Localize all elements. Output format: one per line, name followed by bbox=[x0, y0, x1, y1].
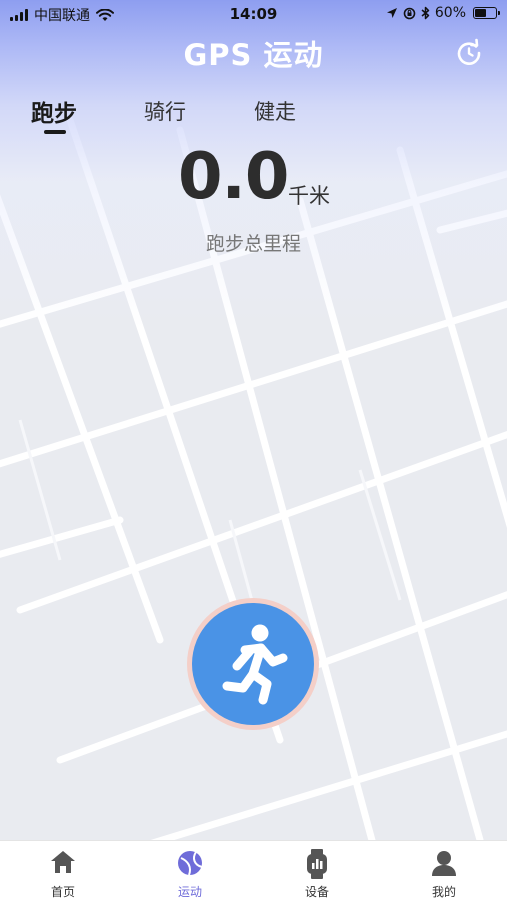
tab-cycling[interactable]: 骑行 bbox=[144, 96, 186, 126]
sport-screen: 中国联通 14:09 60% GPS 运动 跑步 骑行 健走 0.0 千米 跑步… bbox=[0, 0, 507, 900]
refresh-icon bbox=[457, 38, 481, 65]
nav-item-sport[interactable]: 运动 bbox=[127, 841, 253, 900]
refresh-button[interactable] bbox=[452, 36, 486, 70]
status-right: 60% bbox=[386, 5, 500, 21]
bottom-nav: 首页 运动 设备 我的 bbox=[0, 840, 507, 900]
nav-label-sport: 运动 bbox=[177, 885, 202, 899]
battery-percent: 60% bbox=[434, 5, 466, 21]
battery-icon bbox=[473, 7, 500, 19]
nav-item-device[interactable]: 设备 bbox=[254, 841, 380, 900]
screen-lock-icon bbox=[403, 7, 416, 19]
sport-ball-icon bbox=[178, 851, 203, 876]
start-run-button[interactable] bbox=[187, 598, 319, 730]
location-arrow-icon bbox=[386, 8, 397, 18]
nav-item-profile[interactable]: 我的 bbox=[381, 841, 507, 900]
running-person-icon bbox=[222, 624, 288, 705]
active-tab-indicator bbox=[44, 130, 66, 134]
distance-value: 0.0 bbox=[178, 140, 289, 214]
home-icon bbox=[51, 851, 75, 873]
status-bar: 中国联通 14:09 60% bbox=[0, 0, 507, 28]
distance-unit: 千米 bbox=[288, 184, 330, 208]
user-icon bbox=[432, 851, 456, 876]
nav-label-profile: 我的 bbox=[431, 885, 456, 899]
page-title: GPS 运动 bbox=[183, 38, 324, 72]
nav-item-home[interactable]: 首页 bbox=[0, 841, 126, 900]
watch-icon bbox=[307, 849, 327, 879]
distance-label: 跑步总里程 bbox=[205, 233, 301, 255]
tab-walking[interactable]: 健走 bbox=[254, 96, 296, 126]
bluetooth-icon bbox=[421, 6, 430, 20]
nav-label-device: 设备 bbox=[304, 885, 329, 899]
sport-type-tabs: 跑步 骑行 健走 bbox=[0, 94, 507, 144]
nav-label-home: 首页 bbox=[50, 885, 75, 899]
battery-level bbox=[475, 9, 486, 17]
tab-running[interactable]: 跑步 bbox=[31, 94, 77, 128]
start-button-inner bbox=[192, 603, 314, 725]
